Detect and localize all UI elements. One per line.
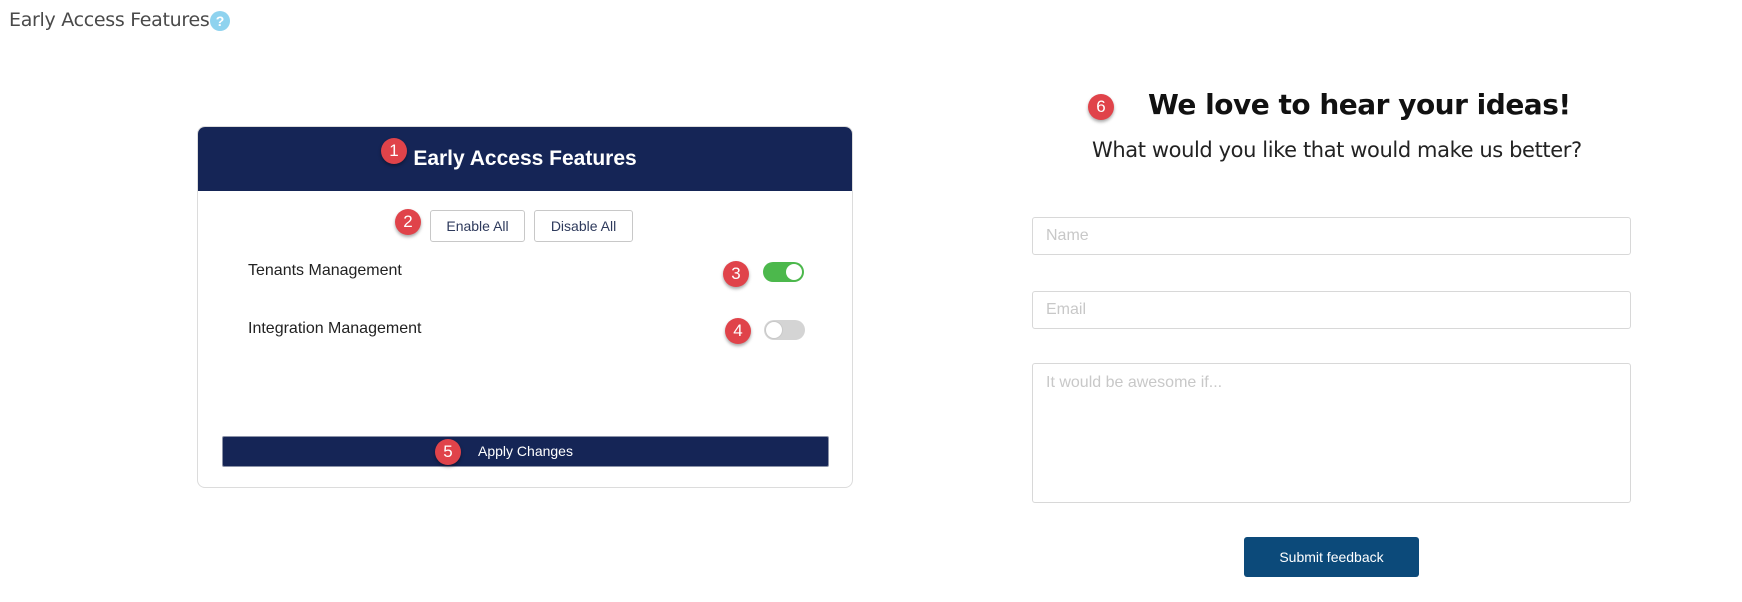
- page-title: Early Access Features: [9, 9, 210, 31]
- apply-changes-label: Apply Changes: [478, 443, 573, 459]
- annotation-badge-2: 2: [395, 209, 421, 235]
- feedback-subheading: What would you like that would make us b…: [1092, 138, 1582, 162]
- name-input[interactable]: [1032, 217, 1631, 255]
- annotation-badge-3: 3: [723, 261, 749, 287]
- help-question-icon[interactable]: ?: [210, 11, 230, 31]
- disable-all-button[interactable]: Disable All: [534, 210, 633, 242]
- email-input[interactable]: [1032, 291, 1631, 329]
- annotation-badge-1: 1: [381, 138, 407, 164]
- card-header: Early Access Features: [198, 127, 852, 191]
- annotation-badge-4: 4: [725, 318, 751, 344]
- feedback-heading: We love to hear your ideas!: [1148, 88, 1571, 121]
- annotation-badge-6: 6: [1088, 94, 1114, 120]
- tenants-management-toggle[interactable]: [763, 262, 804, 282]
- toggle-knob: [766, 322, 782, 338]
- feedback-message-textarea[interactable]: [1032, 363, 1631, 503]
- integration-management-toggle[interactable]: [764, 320, 805, 340]
- toggle-knob: [786, 264, 802, 280]
- annotation-badge-5: 5: [435, 439, 461, 465]
- enable-all-button[interactable]: Enable All: [430, 210, 525, 242]
- apply-changes-button[interactable]: Apply Changes: [222, 436, 829, 467]
- submit-feedback-button[interactable]: Submit feedback: [1244, 537, 1419, 577]
- feature-label-tenants-management: Tenants Management: [248, 262, 402, 279]
- card-title: Early Access Features: [413, 147, 637, 170]
- early-access-features-card: Early Access Features: [197, 126, 853, 488]
- feature-label-integration-management: Integration Management: [248, 320, 422, 337]
